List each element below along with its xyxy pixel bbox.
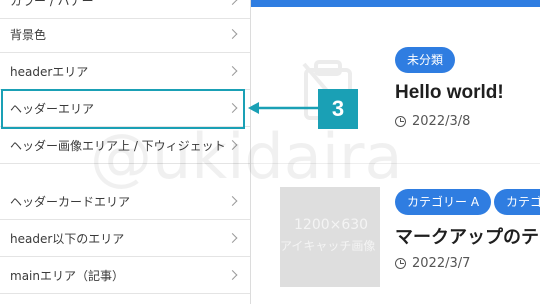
sidebar-item-label: header以下のエリア — [10, 231, 125, 246]
sidebar-item-label: headerエリア — [10, 64, 89, 79]
post-date: 2022/3/7 — [395, 256, 470, 271]
sidebar-item-label: 背景色 — [10, 27, 47, 42]
header-bar — [250, 0, 540, 7]
chevron-right-icon — [227, 0, 238, 5]
thumbnail-caption-text: アイキャッチ画像 — [280, 239, 376, 253]
divider — [250, 163, 540, 164]
sidebar-item-header-image-widget[interactable]: ヘッダー画像エリア上 / 下ウィジェット — [0, 127, 250, 164]
chevron-right-icon — [227, 29, 238, 39]
sidebar-item-main-area[interactable]: mainエリア（記事） — [0, 257, 250, 294]
post-date: 2022/3/8 — [395, 114, 470, 129]
sidebar-item-below-header[interactable]: header以下のエリア — [0, 220, 250, 257]
date-text: 2022/3/8 — [412, 114, 471, 129]
sidebar-item-header-card-area[interactable]: ヘッダーカードエリア — [0, 183, 250, 220]
preview-area: 未分類 Hello world! 2022/3/8 1200×630 アイキャッ… — [250, 0, 540, 304]
date-text: 2022/3/7 — [412, 256, 471, 271]
thumbnail-size-text: 1200×630 — [294, 217, 369, 233]
sidebar-item-label: mainエリア（記事） — [10, 268, 124, 283]
sidebar-item-background-color[interactable]: 背景色 — [0, 16, 250, 53]
post-thumbnail[interactable]: 1200×630 アイキャッチ画像 — [280, 187, 380, 287]
sidebar-item-label: ヘッダーカードエリア — [10, 194, 131, 209]
clock-icon — [395, 258, 406, 269]
category-badge[interactable]: カテゴリー A — [395, 189, 492, 215]
category-badge[interactable]: 未分類 — [395, 47, 456, 73]
chevron-right-icon — [227, 233, 238, 243]
chevron-right-icon — [227, 270, 238, 280]
chevron-right-icon — [227, 140, 238, 150]
customizer-sidebar: カラー / バナー 背景色 headerエリア ヘッダーエリア ヘッダー画像エリ… — [0, 0, 251, 304]
sidebar-item-header-area[interactable]: headerエリア — [0, 53, 250, 90]
post-title[interactable]: マークアップのテ — [395, 223, 539, 249]
sidebar-item-label: カラー / バナー — [10, 0, 94, 8]
chevron-right-icon — [227, 66, 238, 76]
post-title[interactable]: Hello world! — [395, 82, 504, 104]
category-badge[interactable]: カテゴ — [494, 189, 540, 215]
highlight-box — [1, 89, 245, 129]
chevron-right-icon — [227, 196, 238, 206]
pointer-arrow-icon — [248, 102, 320, 114]
clock-icon — [395, 116, 406, 127]
step-number-badge: 3 — [318, 89, 358, 129]
sidebar-item-label: ヘッダー画像エリア上 / 下ウィジェット — [10, 138, 226, 153]
